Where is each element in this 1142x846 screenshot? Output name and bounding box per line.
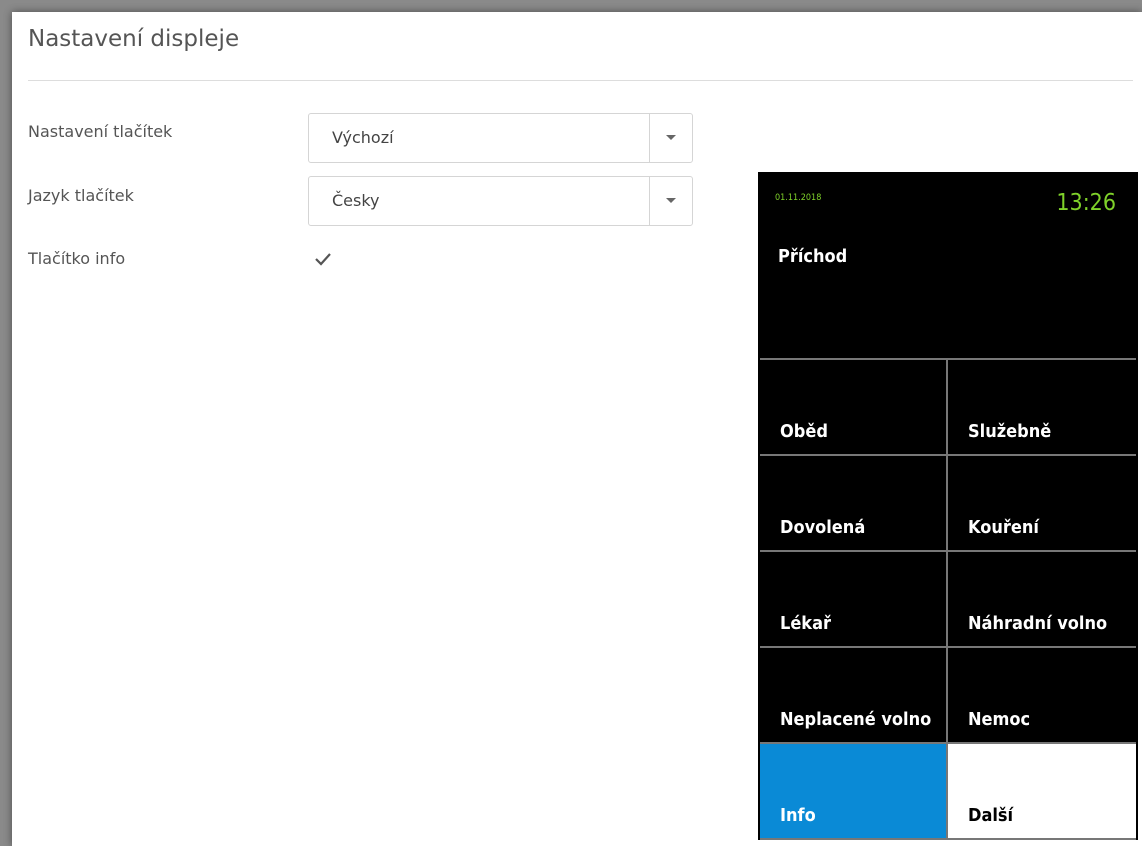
page-title: Nastavení displeje: [28, 26, 240, 52]
info-button-checkbox[interactable]: [312, 248, 334, 270]
caret-down-icon: [666, 198, 676, 203]
buttons-language-value: Česky: [332, 191, 380, 210]
device-clock: 13:26: [1056, 190, 1116, 216]
dropdown-toggle[interactable]: [649, 114, 692, 162]
device-button-grid: Oběd Služebně Dovolená Kouření Lékař Náh…: [760, 358, 1136, 840]
caret-down-icon: [666, 135, 676, 140]
divider: [28, 80, 1133, 81]
device-date: 01.11.2018: [775, 193, 822, 203]
info-button-label: Tlačítko info: [28, 249, 126, 268]
dropdown-toggle[interactable]: [649, 177, 692, 225]
tile-koureni[interactable]: Kouření: [948, 456, 1136, 550]
tile-dalsi[interactable]: Další: [948, 744, 1136, 838]
tile-info[interactable]: Info: [760, 744, 946, 838]
device-display-preview: 01.11.2018 13:26 Příchod Oběd Služebně D…: [758, 172, 1138, 840]
buttons-setting-label: Nastavení tlačítek: [28, 122, 173, 141]
settings-panel: Nastavení displeje Nastavení tlačítek Vý…: [12, 12, 1142, 846]
tile-sluzebne[interactable]: Služebně: [948, 360, 1136, 454]
tile-dovolena[interactable]: Dovolená: [760, 456, 946, 550]
tile-nemoc[interactable]: Nemoc: [948, 648, 1136, 742]
buttons-setting-value: Výchozí: [332, 128, 394, 147]
device-state-label: Příchod: [778, 246, 848, 267]
tile-neplacene-volno[interactable]: Neplacené volno: [760, 648, 946, 742]
buttons-language-select[interactable]: Česky: [308, 176, 693, 226]
checkmark-icon: [315, 253, 331, 266]
tile-nahradni-volno[interactable]: Náhradní volno: [948, 552, 1136, 646]
buttons-setting-select[interactable]: Výchozí: [308, 113, 693, 163]
tile-lekar[interactable]: Lékař: [760, 552, 946, 646]
tile-obed[interactable]: Oběd: [760, 360, 946, 454]
buttons-language-label: Jazyk tlačítek: [28, 186, 134, 205]
